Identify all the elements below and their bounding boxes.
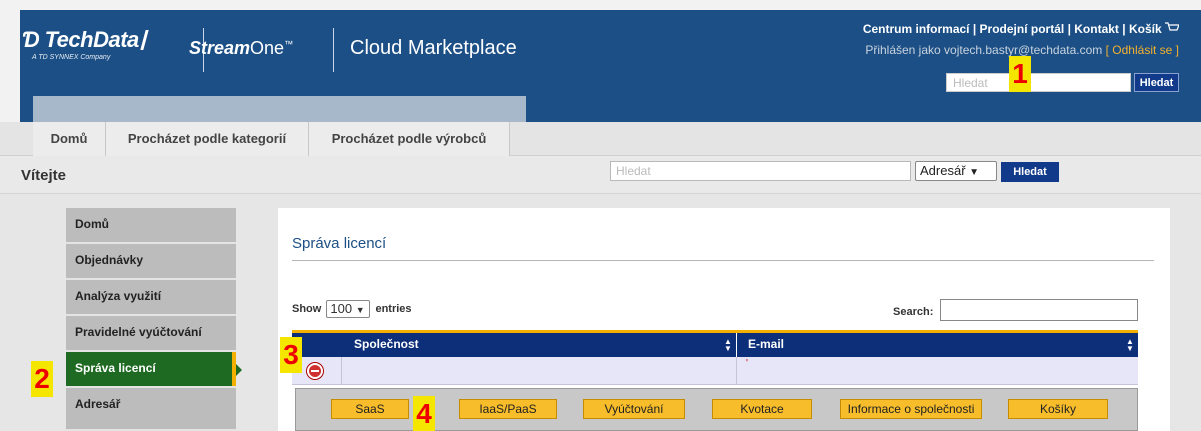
login-text: Přihlášen jako vojtech.bastyr@techdata.c… [865,43,1103,57]
column-header-email[interactable]: E-mail [738,333,1138,357]
sidebar-item-usage[interactable]: Analýza využití [66,280,236,316]
logout-link[interactable]: [ Odhlásit se ] [1106,43,1179,57]
nav-browse-vendors[interactable]: Procházet podle výrobců [309,122,510,156]
billing-button[interactable]: Vyúčtování [583,399,685,419]
chevron-down-icon: ▼ [969,167,980,178]
link-centrum-informaci[interactable]: Centrum informací [863,22,970,36]
table-search-input[interactable] [940,299,1138,321]
annotation-badge-1: 1 [1009,56,1031,92]
table-header: Společnost ▲ ▼ E-mail ▲ ▼ [292,333,1138,357]
header-search-button[interactable]: Hledat [1134,73,1179,92]
header-strip [33,96,526,122]
cart-icon[interactable] [1165,22,1180,34]
company-info-button[interactable]: Informace o společnosti [840,399,982,419]
iaas-paas-button[interactable]: IaaS/PaaS [459,399,557,419]
page-length-control: Show 100 ▼ entries [292,300,412,318]
link-prodejni-portal[interactable]: Prodejní portál [980,22,1065,36]
annotation-badge-3: 3 [280,337,302,373]
techdata-logo[interactable]: Ɗ TechData [22,27,149,53]
chevron-down-icon: ▼ [355,305,365,315]
header-search-input[interactable]: Hledat [946,73,1131,92]
techdata-logo-text: TechData [44,27,140,52]
page-length-select[interactable]: 100 ▼ [326,300,371,318]
collapse-row-icon[interactable] [307,363,323,379]
saas-button[interactable]: SaaS [331,399,409,419]
search-scope-select[interactable]: Adresář ▼ [915,161,997,181]
cloud-marketplace-title: Cloud Marketplace [350,37,517,59]
login-status: Přihlášen jako vojtech.bastyr@techdata.c… [865,43,1179,57]
cell-email: ' [746,358,748,369]
catalog-search-input[interactable]: Hledat [610,161,911,181]
sidebar-item-home[interactable]: Domů [66,208,236,244]
title-divider [292,260,1154,261]
welcome-title: Vítejte [21,167,67,184]
top-links: Centrum informací | Prodejní portál | Ko… [863,22,1180,36]
quotes-button[interactable]: Kvotace [712,399,812,419]
techdata-logo-subtitle: A TD SYNNEX Company [32,54,111,61]
sidebar-item-directory[interactable]: Adresář [66,388,236,431]
sort-icon[interactable]: ▲ ▼ [724,338,732,353]
nav-browse-categories[interactable]: Procházet podle kategorií [106,122,309,156]
streamone-logo: StreamOne™ [189,38,294,58]
link-kontakt[interactable]: Kontakt [1074,22,1119,36]
page-title: Správa licencí [292,235,387,252]
sort-icon[interactable]: ▲ ▼ [1126,338,1134,353]
carts-button[interactable]: Košíky [1008,399,1108,419]
logo-divider-2 [333,28,334,72]
sidebar-item-orders[interactable]: Objednávky [66,244,236,280]
catalog-search-button[interactable]: Hledat [1001,162,1059,182]
annotation-badge-4: 4 [413,396,435,431]
link-kosik[interactable]: Košík [1129,22,1162,36]
table-row[interactable] [292,357,1138,385]
column-header-company[interactable]: Společnost [344,333,738,357]
table-search-label: Search: [893,306,934,318]
sidebar-item-license-management[interactable]: Správa licencí [66,352,242,388]
sidebar-item-recurring-billing[interactable]: Pravidelné vyúčtování [66,316,236,352]
main-nav: Domů Procházet podle kategorií Procházet… [0,122,1201,156]
annotation-badge-2: 2 [31,361,53,397]
nav-home[interactable]: Domů [33,122,106,156]
